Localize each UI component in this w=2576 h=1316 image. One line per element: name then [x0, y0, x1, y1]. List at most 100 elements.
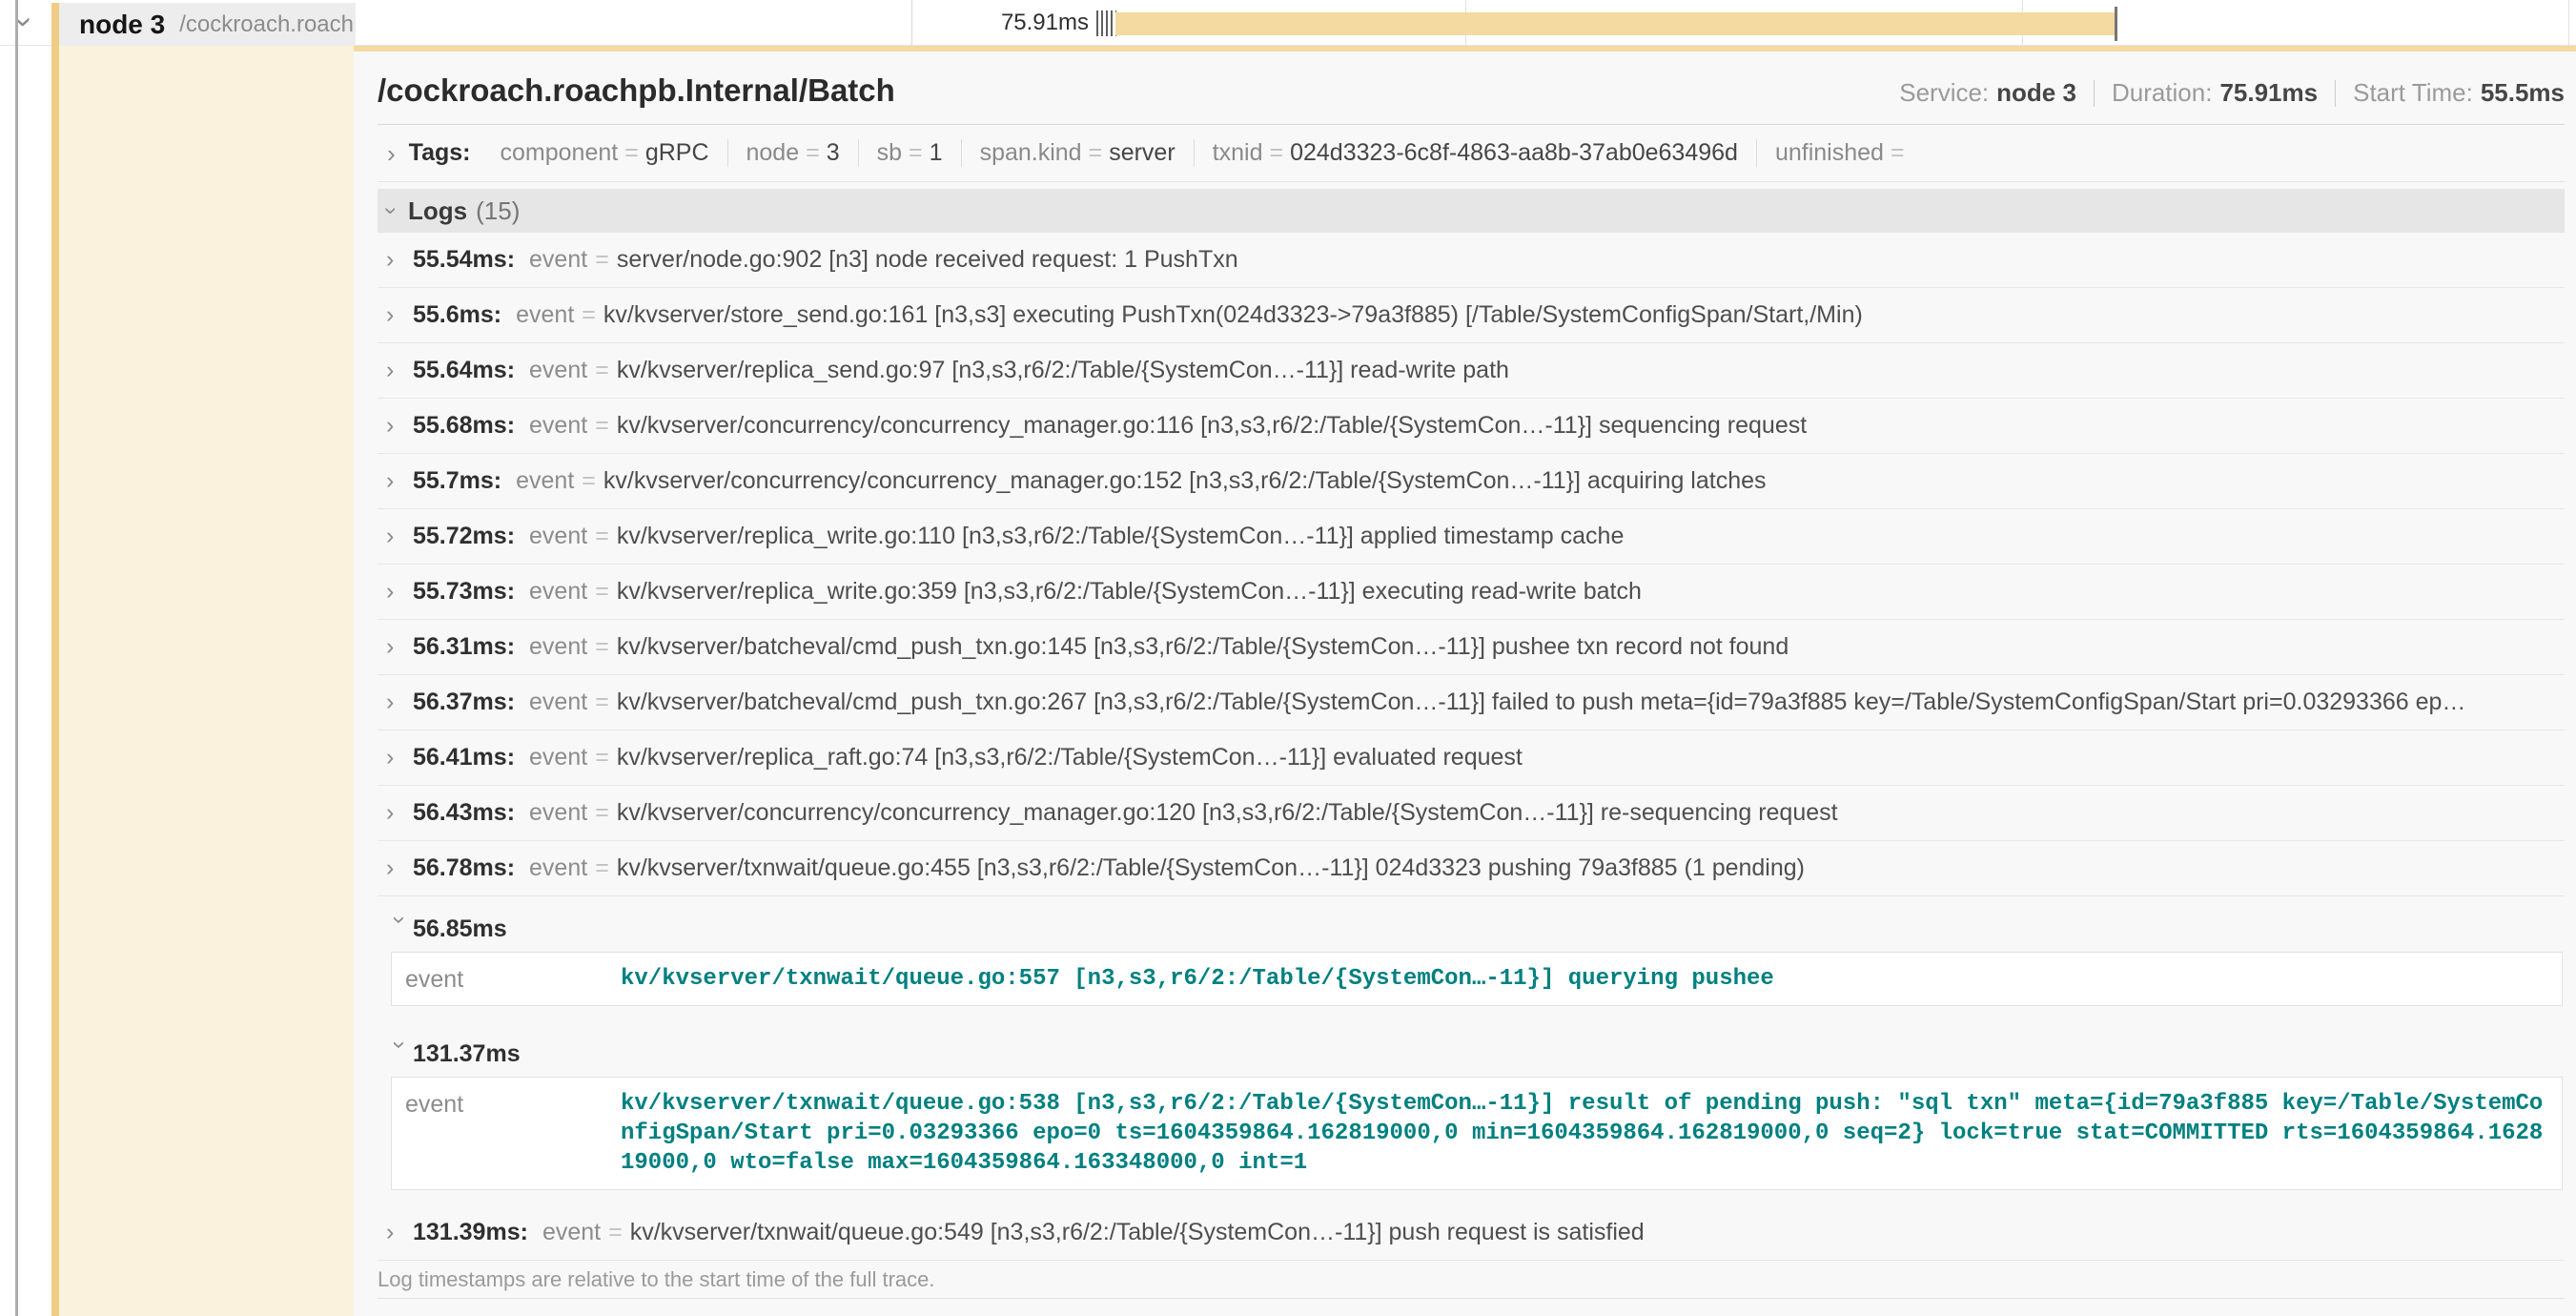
service-value: node 3 [1996, 78, 2076, 108]
log-timestamp: 55.54ms: [413, 246, 515, 274]
service-label: Service: [1899, 78, 1989, 108]
log-row[interactable]: › 56.43ms: event kv/kvserver/concurrency… [378, 786, 2565, 841]
log-message: kv/kvserver/replica_write.go:359 [n3,s3,… [617, 578, 2565, 606]
equals-sign [595, 523, 609, 550]
chevron-right-icon: › [386, 635, 413, 659]
tag-item: componentgRPC [482, 139, 728, 167]
chevron-right-icon: › [386, 1221, 413, 1244]
log-message: kv/kvserver/txnwait/queue.go:549 [n3,s3,… [630, 1219, 2565, 1246]
log-row[interactable]: › 56.78ms: event kv/kvserver/txnwait/que… [378, 841, 2565, 896]
span-overview: Service: node 3 Duration: 75.91ms Start … [1899, 78, 2565, 108]
chevron-right-icon: › [386, 801, 413, 825]
log-row-expanded-header[interactable]: › 56.85ms [378, 906, 2565, 952]
log-entry-expanded: › 131.37ms event kv/kvserver/txnwait/que… [378, 1021, 2565, 1190]
tag-value: 024d3323-6c8f-4863-aa8b-37ab0e63496d [1290, 139, 1738, 166]
log-row[interactable]: › 55.64ms: event kv/kvserver/replica_sen… [378, 343, 2565, 399]
log-detail-box: event kv/kvserver/txnwait/queue.go:538 [… [391, 1077, 2563, 1190]
log-field-key: event [516, 301, 574, 329]
log-rows: › 55.54ms: event server/node.go:902 [n3]… [378, 233, 2565, 1261]
log-field-key: event [529, 412, 587, 440]
trace-viewer: › node 3 /cockroach.roach… 75.91ms /cock… [0, 0, 2576, 1316]
tags-section-toggle[interactable]: › Tags: componentgRPC node3 sb1 span.kin… [378, 125, 2565, 182]
log-row[interactable]: › 56.41ms: event kv/kvserver/replica_raf… [378, 730, 2565, 786]
log-timestamp: 56.43ms: [413, 799, 515, 827]
log-timestamp: 55.68ms: [413, 412, 515, 440]
logs-section-toggle[interactable]: › Logs (15) [378, 189, 2565, 233]
chevron-right-icon: › [386, 248, 413, 272]
logs-title: Logs [408, 196, 467, 226]
tag-value: server [1109, 139, 1175, 166]
log-field-value: kv/kvserver/txnwait/queue.go:557 [n3,s3,… [621, 964, 2548, 994]
log-timestamp: 55.72ms: [413, 523, 515, 550]
tag-item: unfinished [1757, 139, 1930, 167]
equals-sign [595, 744, 609, 771]
chevron-down-icon: › [379, 207, 402, 215]
overview-divider [2094, 80, 2095, 107]
log-timestamp: 56.37ms: [413, 689, 515, 716]
log-row[interactable]: › 55.73ms: event kv/kvserver/replica_wri… [378, 565, 2565, 620]
log-field-key: event [542, 1219, 601, 1246]
chevron-down-icon[interactable]: › [9, 16, 41, 27]
log-timestamp: 56.85ms [413, 915, 507, 943]
span-color-stripe [51, 3, 59, 1316]
log-row[interactable]: › 55.54ms: event server/node.go:902 [n3]… [378, 233, 2565, 288]
span-row-tab[interactable]: node 3 /cockroach.roach… [51, 3, 356, 46]
log-row[interactable]: › 56.31ms: event kv/kvserver/batcheval/c… [378, 620, 2565, 675]
tag-value: 3 [827, 139, 840, 166]
log-row-expanded-header[interactable]: › 131.37ms [378, 1031, 2565, 1077]
span-operation-name: /cockroach.roach… [179, 11, 356, 38]
log-message: kv/kvserver/concurrency/concurrency_mana… [617, 412, 2565, 440]
log-field-key: event [529, 357, 587, 384]
log-row[interactable]: › 131.39ms: event kv/kvserver/txnwait/qu… [378, 1205, 2565, 1261]
log-field-value: kv/kvserver/txnwait/queue.go:538 [n3,s3,… [621, 1089, 2548, 1178]
log-row[interactable]: › 55.7ms: event kv/kvserver/concurrency/… [378, 454, 2565, 509]
start-time-value: 55.5ms [2481, 78, 2565, 108]
log-field-key: event [529, 799, 587, 827]
chevron-down-icon: › [388, 915, 412, 942]
page-title: /cockroach.roachpb.Internal/Batch [378, 72, 895, 109]
equals-sign [595, 246, 609, 274]
log-timestamp: 55.64ms: [413, 357, 515, 384]
log-timestamp: 56.31ms: [413, 633, 515, 661]
equals-sign [595, 357, 609, 384]
log-timestamp: 55.6ms: [413, 301, 501, 329]
equals-sign [595, 412, 609, 440]
log-message: kv/kvserver/concurrency/concurrency_mana… [603, 467, 2565, 495]
span-service-name: node 3 [79, 10, 165, 40]
log-timestamp: 55.73ms: [413, 578, 515, 606]
trace-timeline-row: › node 3 /cockroach.roach… 75.91ms [0, 0, 2576, 46]
tag-key: txnid [1213, 139, 1263, 166]
chevron-right-icon: › [386, 690, 413, 714]
tag-key: unfinished [1775, 139, 1884, 166]
equals-sign [595, 854, 609, 882]
equals-sign [595, 799, 609, 827]
log-row[interactable]: › 55.6ms: event kv/kvserver/store_send.g… [378, 288, 2565, 343]
log-row[interactable]: › 56.37ms: event kv/kvserver/batcheval/c… [378, 675, 2565, 730]
log-field-key: event [405, 964, 621, 994]
tag-key: span.kind [980, 139, 1082, 166]
detail-title-row: /cockroach.roachpb.Internal/Batch Servic… [378, 51, 2565, 125]
span-name-column-highlight [59, 46, 354, 1316]
equals-sign [1089, 139, 1103, 166]
chevron-right-icon: › [387, 141, 396, 166]
log-message: kv/kvserver/store_send.go:161 [n3,s3] ex… [603, 301, 2565, 329]
chevron-right-icon: › [386, 856, 413, 880]
timeline-gridline [2568, 0, 2569, 46]
span-duration-bar[interactable] [1115, 12, 2115, 35]
log-message: kv/kvserver/concurrency/concurrency_mana… [617, 799, 2565, 827]
chevron-right-icon: › [386, 580, 413, 604]
chevron-right-icon: › [386, 469, 413, 493]
log-row[interactable]: › 55.68ms: event kv/kvserver/concurrency… [378, 399, 2565, 454]
log-message: server/node.go:902 [n3] node received re… [617, 246, 2565, 274]
tag-item: txnid 024d3323-6c8f-4863-aa8b-37ab0e63496… [1195, 139, 1757, 167]
log-field-key: event [529, 523, 587, 550]
log-timestamp: 131.39ms: [413, 1219, 528, 1246]
chevron-right-icon: › [386, 414, 413, 438]
tags-list: componentgRPC node3 sb1 span.kindserver … [482, 139, 1930, 167]
log-row[interactable]: › 55.72ms: event kv/kvserver/replica_wri… [378, 509, 2565, 565]
log-message: kv/kvserver/replica_send.go:97 [n3,s3,r6… [617, 357, 2565, 384]
equals-sign [595, 578, 609, 606]
chevron-right-icon: › [386, 746, 413, 770]
start-time-label: Start Time: [2353, 78, 2473, 108]
equals-sign [582, 467, 596, 495]
